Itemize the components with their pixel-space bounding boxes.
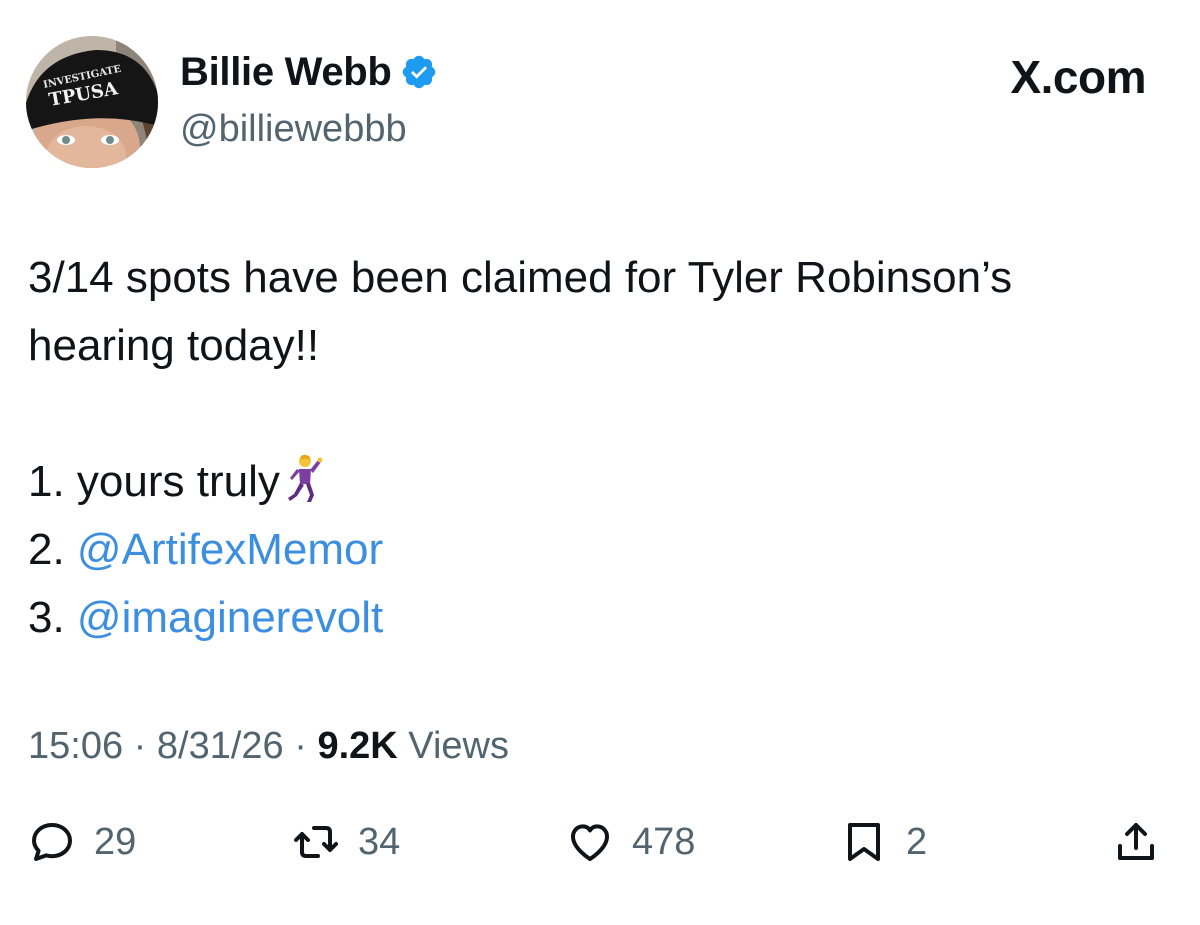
views-count: 9.2K [317,725,398,767]
reply-button[interactable]: 29 [28,810,136,874]
bookmark-button[interactable]: 2 [840,810,927,874]
repost-icon [294,826,338,858]
share-icon [1118,823,1154,860]
list-item: 2. @ArtifexMemor [28,516,1178,584]
tweet-text: 3/14 spots have been claimed for Tyler R… [28,244,1178,652]
mention-link[interactable]: @ArtifexMemor [77,525,383,574]
list-number: 1. [28,457,77,506]
bookmark-count: 2 [906,820,928,863]
meta-separator: · [294,725,307,767]
reply-icon [32,823,72,861]
verified-badge-icon[interactable] [400,53,438,91]
display-name[interactable]: Billie Webb [180,48,438,96]
avatar-image: INVESTIGATE TPUSA [26,36,158,168]
repost-count: 34 [358,820,401,863]
meta-separator: · [133,725,147,767]
list-item-text: yours truly [76,457,280,506]
display-name-text[interactable]: Billie Webb [180,48,392,96]
list-number: 3. [28,593,77,642]
action-bar: 29 34 478 2 [0,810,1200,874]
user-handle[interactable]: @billiewebbb [180,106,407,152]
heart-icon [571,824,609,861]
list-item: 1. yours truly [28,448,1178,516]
tweet-date[interactable]: 8/31/26 [157,725,284,767]
tweet-card: INVESTIGATE TPUSA Billie Webb @billieweb… [0,0,1200,925]
list-item: 3. @imaginerevolt [28,584,1178,652]
tweet-line: 3/14 spots have been claimed for Tyler R… [28,253,1013,302]
tweet-meta: 15:06 · 8/31/26 · 9.2K Views [28,722,509,770]
bookmark-icon [848,823,880,861]
reply-count: 29 [94,820,137,863]
list-number: 2. [28,525,77,574]
share-button[interactable] [1112,810,1160,874]
mention-link[interactable]: @imaginerevolt [77,593,383,642]
views-label: Views [408,725,509,767]
tweet-line: hearing today!! [28,321,320,370]
x-logo: X.com [1010,51,1146,103]
like-count: 478 [632,820,696,863]
repost-button[interactable]: 34 [292,810,400,874]
person-dancing-icon [284,454,324,504]
like-button[interactable]: 478 [566,810,695,874]
avatar[interactable]: INVESTIGATE TPUSA [26,36,158,168]
tweet-time[interactable]: 15:06 [28,725,123,767]
